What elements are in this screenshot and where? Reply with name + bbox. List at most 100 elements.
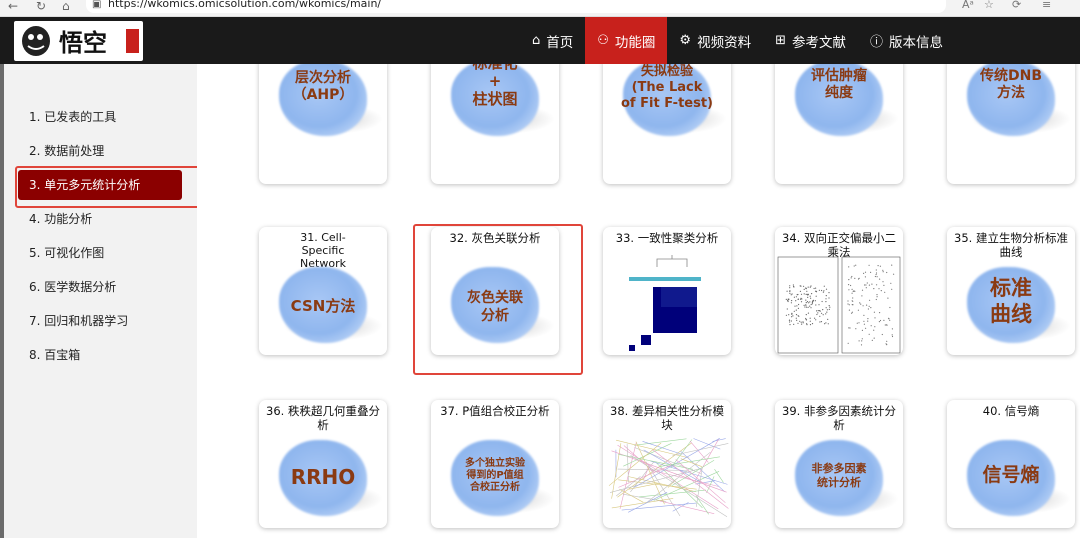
- scatter-point: [817, 310, 819, 312]
- tool-card-row1-4[interactable]: 评估肿瘤 纯度: [775, 64, 903, 184]
- tool-card-row1-3[interactable]: 失拟检验 (The Lack of Fit F-test): [603, 64, 731, 184]
- scatter-point: [785, 298, 787, 300]
- nav-item-5[interactable]: ⓘ 版本信息: [858, 17, 955, 64]
- scatter-point: [826, 309, 828, 311]
- scatter-point: [803, 285, 805, 287]
- scatter-point: [879, 312, 881, 314]
- nav-label: 视频资料: [697, 34, 752, 51]
- scatter-point: [819, 321, 821, 323]
- scatter-point: [787, 300, 789, 302]
- scatter-point: [823, 285, 825, 287]
- scatter-point: [786, 308, 788, 310]
- tool-card-row1-5[interactable]: 传统DNB 方法: [947, 64, 1075, 184]
- scatter-point: [880, 290, 882, 292]
- scatter-point: [870, 307, 872, 309]
- site-info-icon[interactable]: ▣: [92, 0, 101, 12]
- read-aloud-icon[interactable]: Aᵃ: [962, 0, 974, 11]
- scatter-point: [825, 301, 827, 303]
- scatter-point: [881, 333, 883, 336]
- scatter-point: [806, 301, 809, 303]
- sidebar-item-1[interactable]: 1. 已发表的工具: [18, 102, 182, 132]
- collections-icon[interactable]: ≡: [1042, 0, 1051, 11]
- extensions-icon[interactable]: ⟳: [1012, 0, 1021, 11]
- scatter-point: [853, 265, 855, 267]
- tool-card-row3-3[interactable]: 38. 差异相关性分析模块: [603, 400, 731, 528]
- thumbnail-text: 标准 曲线: [990, 276, 1032, 326]
- scatter-point: [800, 293, 803, 295]
- sidebar-item-6[interactable]: 6. 医学数据分析: [18, 272, 182, 302]
- tool-card-row3-4[interactable]: 39. 非参多因素统计分析 非参多因素 统计分析: [775, 400, 903, 528]
- scatter-point: [811, 293, 813, 295]
- info-icon: ⓘ: [869, 35, 883, 50]
- sidebar-item-7[interactable]: 7. 回归和机器学习: [18, 306, 182, 336]
- binoculars-icon: ⚇: [597, 33, 609, 48]
- scatter-point: [789, 285, 791, 287]
- nav-item-4[interactable]: ⊞ 参考文献: [763, 17, 858, 64]
- scatter-point: [800, 297, 802, 299]
- scatter-point: [815, 304, 817, 306]
- favorite-icon[interactable]: ☆: [984, 0, 994, 11]
- scatter-point: [793, 310, 795, 312]
- nav-item-3[interactable]: ⚙ 视频资料: [667, 17, 763, 64]
- sidebar-item-4[interactable]: 4. 功能分析: [18, 204, 182, 234]
- scatter-point: [826, 311, 828, 313]
- scatter-point: [858, 322, 860, 324]
- sidebar-item-8[interactable]: 8. 百宝箱: [18, 340, 182, 370]
- home-icon: ⌂: [532, 33, 541, 48]
- tool-card-row2-5[interactable]: 35. 建立生物分析标准曲线 标准 曲线: [947, 227, 1075, 355]
- scatter-point: [822, 291, 824, 293]
- card-caption: 33. 一致性聚类分析: [615, 231, 719, 245]
- scatter-point: [810, 307, 812, 309]
- tool-card-row3-5[interactable]: 40. 信号熵 信号熵: [947, 400, 1075, 528]
- scatter-point: [855, 328, 857, 330]
- tool-card-row2-4[interactable]: 34. 双向正交偏最小二乘法: [775, 227, 903, 355]
- sidebar-item-5[interactable]: 5. 可视化作图: [18, 238, 182, 268]
- card-caption: 36. 秩秩超几何重叠分析: [266, 404, 380, 432]
- scatter-point: [863, 323, 865, 325]
- address-bar[interactable]: ▣ https://wkomics.omicsolution.com/wkomi…: [86, 0, 946, 13]
- scatter-point: [891, 264, 893, 266]
- nav-item-1[interactable]: ⌂ 首页: [520, 17, 585, 64]
- scatter-point: [865, 284, 867, 286]
- home-browser-icon[interactable]: ⌂: [62, 0, 70, 12]
- scatter-point: [825, 288, 828, 290]
- scatter-point: [791, 293, 793, 295]
- scatter-point: [799, 290, 801, 292]
- scatter-point: [893, 273, 895, 275]
- back-icon[interactable]: ←: [8, 0, 18, 12]
- sidebar-item-2[interactable]: 2. 数据前处理: [18, 136, 182, 166]
- tool-card-row3-1[interactable]: 36. 秩秩超几何重叠分析 RRHO: [259, 400, 387, 528]
- scatter-point: [885, 343, 887, 345]
- reload-icon[interactable]: ↻: [36, 0, 46, 12]
- scatter-point: [851, 292, 853, 294]
- scatter-point: [876, 296, 878, 298]
- tool-card-row1-1[interactable]: 层次分析 （AHP）: [259, 64, 387, 184]
- scatter-point: [790, 294, 792, 296]
- tool-card-row1-2[interactable]: 标准化 + 柱状图: [431, 64, 559, 184]
- scatter-point: [805, 293, 807, 295]
- scatter-point: [813, 287, 815, 290]
- scatter-point: [861, 340, 863, 342]
- scatter-point: [882, 271, 884, 273]
- site-logo[interactable]: 悟空: [14, 21, 143, 61]
- nav-item-2[interactable]: ⚇ 功能圈: [585, 17, 668, 64]
- thumbnail-text: 层次分析 （AHP）: [292, 70, 354, 103]
- card-caption: 38. 差异相关性分析模块: [610, 404, 724, 432]
- cluster-heatmap-image: [629, 255, 701, 351]
- tool-card-row2-3[interactable]: 33. 一致性聚类分析: [603, 227, 731, 355]
- card-caption: 39. 非参多因素统计分析: [782, 404, 896, 432]
- thumbnail-text: 评估肿瘤 纯度: [811, 68, 867, 101]
- scatter-point: [850, 277, 852, 279]
- scatter-point: [797, 307, 799, 309]
- scatter-point: [876, 276, 878, 278]
- scatter-point: [807, 294, 809, 296]
- sidebar-menu: 1. 已发表的工具 2. 数据前处理 3. 单元多元统计分析 4. 功能分析 5. 可视…: [4, 64, 197, 538]
- tool-card-row3-2[interactable]: 37. P值组合校正分析 多个独立实验 得到的P值组 合校正分析: [431, 400, 559, 528]
- scatter-point: [847, 300, 849, 302]
- tool-card-row2-1[interactable]: 31. Cell-Specific Network CSN方法: [259, 227, 387, 355]
- scatter-point: [796, 319, 798, 321]
- scatter-point: [890, 282, 892, 284]
- network-edge: [694, 438, 720, 481]
- scatter-point: [807, 312, 809, 314]
- scatter-point: [821, 289, 823, 292]
